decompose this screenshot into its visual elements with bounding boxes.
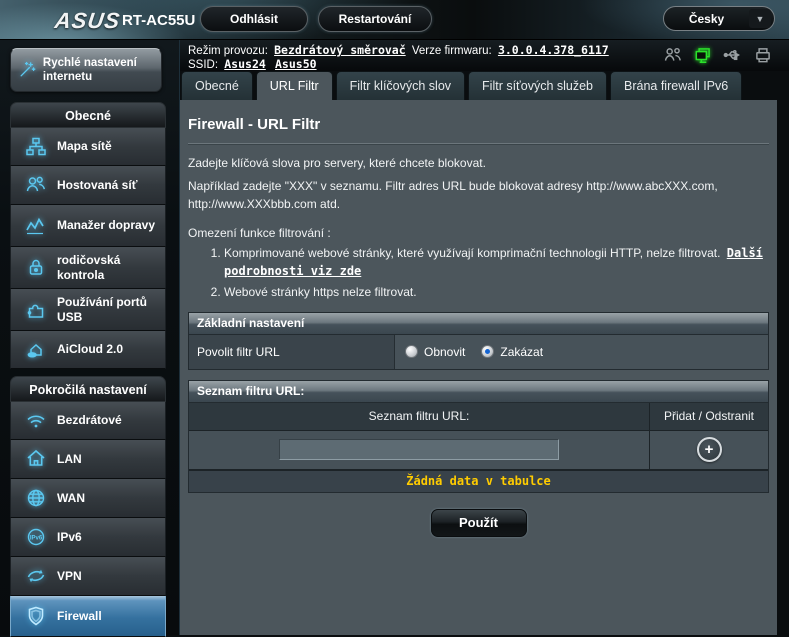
language-select[interactable]: Česky ▼ [663, 6, 775, 31]
sidebar-item-parental-control[interactable]: rodičovská kontrola [10, 247, 166, 289]
url-list-column-label: Seznam filtru URL: [189, 403, 650, 430]
logout-button[interactable]: Odhlásit [200, 6, 308, 32]
sidebar-item-guest-network[interactable]: Hostovaná síť [10, 166, 166, 205]
puzzle-icon [19, 298, 53, 322]
network-map-icon [19, 135, 53, 159]
menu-general: Obecné Mapa sítě Hostovaná síť [10, 102, 166, 369]
radio-enable-label: Obnovit [424, 345, 465, 359]
network-status-icon[interactable] [693, 45, 713, 65]
ssid-label: SSID: [188, 59, 218, 71]
radio-disable[interactable] [481, 345, 494, 358]
apply-row: Použít [186, 509, 771, 537]
router-model: RT-AC55U [122, 12, 195, 29]
ssid-link-1[interactable]: Asus24 [224, 57, 266, 71]
empty-table-message: Žádná data v tabulce [189, 469, 768, 492]
svg-text:IPv6: IPv6 [30, 535, 43, 541]
basic-config-table: Základní nastavení Povolit filtr URL Obn… [188, 312, 769, 370]
url-filter-input[interactable] [279, 439, 559, 460]
description-line-2: Například zadejte "XXX" v seznamu. Filtr… [188, 177, 769, 214]
shield-icon [19, 604, 53, 628]
language-label: Česky [664, 12, 749, 26]
sidebar-item-aicloud[interactable]: AiCloud 2.0 [10, 331, 166, 369]
reboot-button[interactable]: Restartování [318, 6, 432, 32]
page-title: Firewall - URL Filtr [188, 116, 769, 133]
url-filter-list-table: Seznam filtru URL: Seznam filtru URL: Př… [188, 380, 769, 493]
limits-list: Komprimované webové stránky, které využí… [224, 244, 771, 302]
url-list-column-headers: Seznam filtru URL: Přidat / Odstranit [189, 403, 768, 431]
url-input-row: + [189, 431, 768, 469]
limits-title: Omezení funkce filtrování : [188, 226, 769, 240]
guest-network-icon [19, 173, 53, 197]
tab-ipv6-firewall[interactable]: Brána firewall IPv6 [610, 71, 742, 100]
status-icons [663, 45, 773, 65]
sidebar-item-lan[interactable]: LAN [10, 440, 166, 479]
menu-advanced: Pokročilá nastavení Bezdrátové LAN [10, 376, 166, 637]
title-divider [188, 143, 769, 144]
tab-general[interactable]: Obecné [181, 71, 253, 100]
radio-enable[interactable] [405, 345, 418, 358]
add-entry-button[interactable]: + [697, 437, 722, 462]
sidebar: Rychlé nastavení internetu Obecné Mapa s… [0, 40, 180, 635]
ipv6-globe-icon: IPv6 [19, 525, 53, 549]
tab-keyword-filter[interactable]: Filtr klíčových slov [336, 71, 465, 100]
basic-config-header: Základní nastavení [189, 313, 768, 335]
ssid-link-2[interactable]: Asus50 [275, 57, 317, 71]
section-header-advanced: Pokročilá nastavení [10, 376, 166, 402]
sidebar-item-network-map[interactable]: Mapa sítě [10, 128, 166, 166]
magic-wand-icon [17, 57, 37, 83]
traffic-chart-icon [19, 214, 53, 238]
plus-icon: + [705, 442, 714, 457]
lock-icon [19, 256, 53, 280]
tab-network-services-filter[interactable]: Filtr síťových služeb [468, 71, 607, 100]
sidebar-item-usb-application[interactable]: Používání portů USB [10, 289, 166, 331]
tab-url-filter[interactable]: URL Filtr [256, 71, 333, 100]
url-list-section-header: Seznam filtru URL: [189, 381, 768, 403]
usb-status-icon[interactable] [723, 45, 743, 65]
firmware-label: Verze firmwaru: [412, 45, 492, 57]
enable-url-filter-label: Povolit filtr URL [189, 335, 395, 369]
chevron-down-icon: ▼ [749, 9, 771, 28]
limit-item-1: Komprimované webové stránky, které využí… [224, 244, 771, 281]
quick-internet-setup-button[interactable]: Rychlé nastavení internetu [10, 48, 162, 92]
add-remove-column-label: Přidat / Odstranit [650, 403, 768, 430]
sidebar-item-traffic-manager[interactable]: Manažer dopravy [10, 205, 166, 247]
enable-url-filter-options: Obnovit Zakázat [395, 335, 768, 369]
mode-link[interactable]: Bezdrátový směrovač [274, 43, 406, 57]
globe-icon [19, 486, 53, 510]
wifi-icon [19, 409, 53, 433]
operation-mode-line: Režim provozu: Bezdrátový směrovač Verze… [188, 43, 612, 57]
mode-label: Režim provozu: [188, 45, 268, 57]
sidebar-item-firewall[interactable]: Firewall [10, 596, 166, 637]
sidebar-item-vpn[interactable]: VPN [10, 557, 166, 596]
limit-item-2: Webové stránky https nelze filtrovat. [224, 283, 771, 302]
top-banner: ASUS RT-AC55U Odhlásit Restartování Česk… [0, 0, 789, 40]
cloud-home-icon [19, 338, 53, 362]
enable-url-filter-row: Povolit filtr URL Obnovit Zakázat [189, 335, 768, 369]
radio-disable-label: Zakázat [500, 345, 543, 359]
asus-logo: ASUS [53, 8, 122, 34]
apply-button[interactable]: Použít [431, 509, 527, 537]
home-icon [19, 447, 53, 471]
printer-status-icon[interactable] [753, 45, 773, 65]
section-header-general: Obecné [10, 102, 166, 128]
clients-icon[interactable] [663, 45, 683, 65]
firmware-link[interactable]: 3.0.0.4.378_6117 [498, 43, 609, 57]
description-line-1: Zadejte klíčová slova pro servery, které… [188, 154, 769, 173]
sidebar-item-wan[interactable]: WAN [10, 479, 166, 518]
firewall-tabs: Obecné URL Filtr Filtr klíčových slov Fi… [181, 71, 742, 100]
sidebar-item-ipv6[interactable]: IPv6 IPv6 [10, 518, 166, 557]
quick-setup-label: Rychlé nastavení internetu [43, 56, 155, 85]
vpn-arrows-icon [19, 564, 53, 588]
main-content: Firewall - URL Filtr Zadejte klíčová slo… [180, 100, 777, 635]
info-bar: Režim provozu: Bezdrátový směrovač Verze… [180, 40, 789, 71]
sidebar-item-wireless[interactable]: Bezdrátové [10, 402, 166, 440]
ssid-line: SSID: Asus24 Asus50 [188, 57, 320, 71]
